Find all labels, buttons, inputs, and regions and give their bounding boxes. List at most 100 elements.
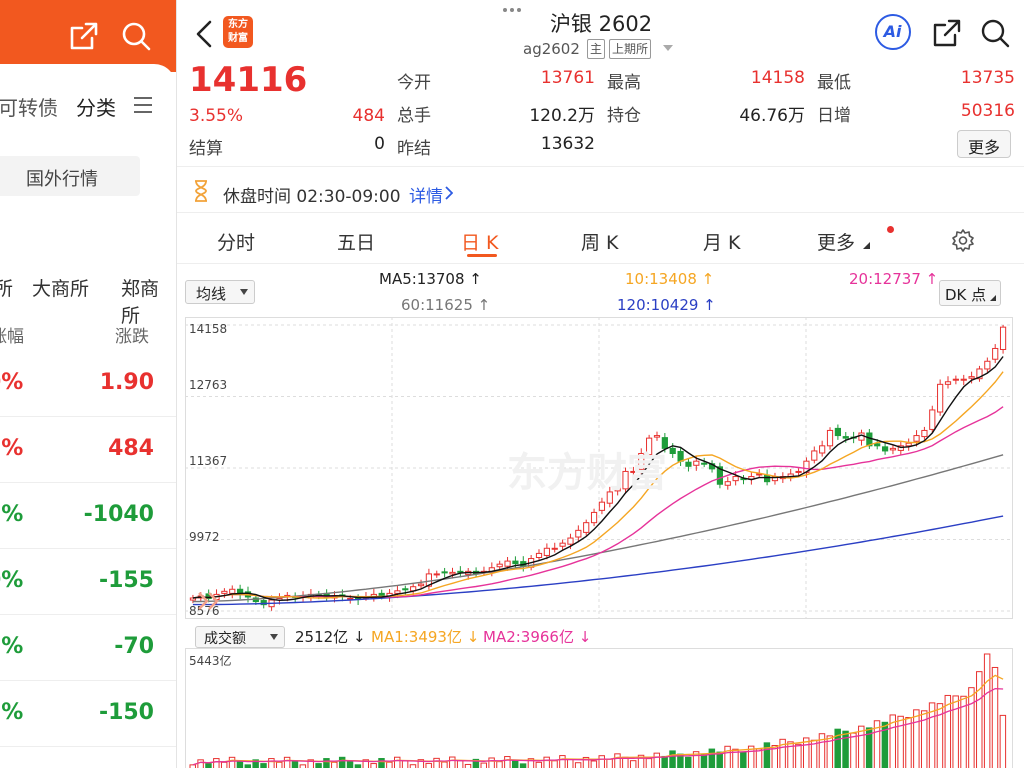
daily-increase-label: 日增 (817, 106, 851, 126)
chevron-right-icon[interactable] (445, 186, 453, 200)
foreign-market-button[interactable]: 国外行情 (0, 156, 140, 196)
list-row[interactable]: 5% -150 (0, 680, 176, 747)
tab-five-day[interactable]: 五日 (337, 228, 375, 255)
candle-body (504, 560, 511, 567)
tab-more[interactable]: 更多 (817, 228, 855, 255)
dk-point-select[interactable]: DK 点 (939, 280, 1001, 306)
exchange-tab-partial[interactable]: 所 (0, 274, 13, 301)
volume-bar (559, 755, 566, 768)
tab-intraday[interactable]: 分时 (217, 228, 255, 255)
col-header-pct[interactable]: 涨幅 (0, 322, 24, 347)
volume-indicator-select[interactable]: 成交额 (195, 626, 285, 648)
volume-bar (724, 745, 731, 768)
volume-bar (858, 725, 865, 768)
scroll-left-icon[interactable] (195, 590, 225, 612)
volume-bar (291, 760, 299, 768)
list-row-change: -70 (114, 634, 154, 659)
candle-body (535, 552, 543, 559)
ma-select[interactable]: 均线 (185, 280, 255, 304)
low-label: 最低 (817, 73, 851, 93)
list-row[interactable]: 0% 1.90 (0, 350, 176, 417)
volume-bar (606, 758, 613, 768)
ma5-value: MA5:13708 ↑ (379, 270, 482, 288)
volume-bar (708, 748, 716, 768)
ma10-value: 10:13408 ↑ (625, 270, 715, 288)
settings-gear-icon[interactable] (951, 228, 975, 252)
col-header-chg[interactable]: 涨跌 (115, 322, 149, 347)
volume-bar (433, 757, 440, 768)
ma120-value: 120:10429 ↑ (617, 296, 716, 314)
candle-body (693, 460, 700, 466)
volume-bar (968, 687, 975, 768)
search-icon[interactable] (979, 17, 1011, 49)
candle-body (913, 435, 920, 442)
candle-body (937, 383, 944, 413)
chevron-down-icon (240, 289, 248, 295)
list-row[interactable]: 0% -155 (0, 548, 176, 615)
candle-body (512, 560, 519, 565)
volume-bar (386, 761, 393, 768)
volume-bar (378, 758, 385, 768)
tab-monthly-k[interactable]: 月 K (703, 228, 741, 255)
list-row-change: 1.90 (99, 370, 154, 395)
y-tick-label: 11367 (189, 454, 228, 468)
volume-chart[interactable] (185, 648, 1013, 768)
volume-value: 120.2万 (529, 106, 595, 126)
volume-bar (567, 758, 574, 768)
ai-assistant-button[interactable]: Ai (875, 14, 911, 50)
tab-convertible[interactable]: 可转债 (0, 92, 58, 121)
ai-label: Ai (883, 22, 902, 41)
nav-bar: 东方 财富 沪银 2602 ag2602 主 上期所 Ai (177, 0, 1024, 66)
list-row[interactable]: 3% -70 (0, 614, 176, 681)
volume-bar (629, 760, 637, 768)
divider (177, 166, 1024, 167)
notification-dot (887, 226, 894, 233)
tab-category[interactable]: 分类 (76, 92, 116, 121)
candle-body (834, 427, 841, 437)
list-row[interactable]: 3% -1040 (0, 482, 176, 549)
y-tick-label: 9972 (189, 530, 220, 544)
ma20-line (192, 406, 1004, 599)
details-link[interactable]: 详情 (409, 182, 443, 207)
volume-bar (511, 759, 519, 768)
tab-weekly-k[interactable]: 周 K (581, 228, 619, 255)
share-icon[interactable] (931, 17, 963, 49)
exchange-badge: 上期所 (609, 39, 652, 59)
share-icon[interactable] (68, 20, 100, 52)
volume-bar (496, 761, 503, 768)
menu-icon[interactable] (133, 96, 153, 114)
volume-bar (535, 761, 543, 768)
volume-bar (370, 763, 377, 768)
volume-bar (425, 762, 432, 768)
chevron-down-icon[interactable] (663, 45, 673, 51)
volume-bar (999, 714, 1007, 768)
list-row[interactable]: 5% 484 (0, 416, 176, 483)
volume-bar (740, 751, 747, 768)
volume-bar (779, 738, 786, 768)
candle-body (842, 436, 849, 439)
trend-down-arrow: ↓ (461, 628, 480, 646)
list-row-change: -1040 (83, 502, 154, 527)
y-tick-label: 14158 (189, 322, 228, 336)
volume-bar (504, 756, 511, 768)
trend-down-arrow: ↓ (573, 628, 592, 646)
volume-select-label: 成交额 (204, 631, 246, 647)
volume-bar (331, 761, 338, 768)
volume-bar (276, 761, 283, 768)
volume-bar (669, 750, 676, 768)
volume-bar (394, 756, 401, 768)
volume-bar (401, 760, 409, 768)
exchange-tab-czce[interactable]: 郑商所 (121, 274, 176, 328)
open-interest-value: 46.76万 (739, 106, 805, 126)
candle-body (583, 522, 590, 533)
candle-body (417, 583, 425, 587)
more-quote-button[interactable]: 更多 (957, 130, 1011, 158)
tab-daily-k[interactable]: 日 K (461, 228, 499, 255)
candle-body (764, 474, 771, 483)
settle-value: 0 (374, 134, 385, 154)
volume-bar (338, 756, 346, 768)
candle-body (551, 547, 558, 550)
search-icon[interactable] (120, 20, 152, 52)
exchange-tab-dce[interactable]: 大商所 (32, 274, 89, 301)
ma120-line (192, 515, 1004, 606)
